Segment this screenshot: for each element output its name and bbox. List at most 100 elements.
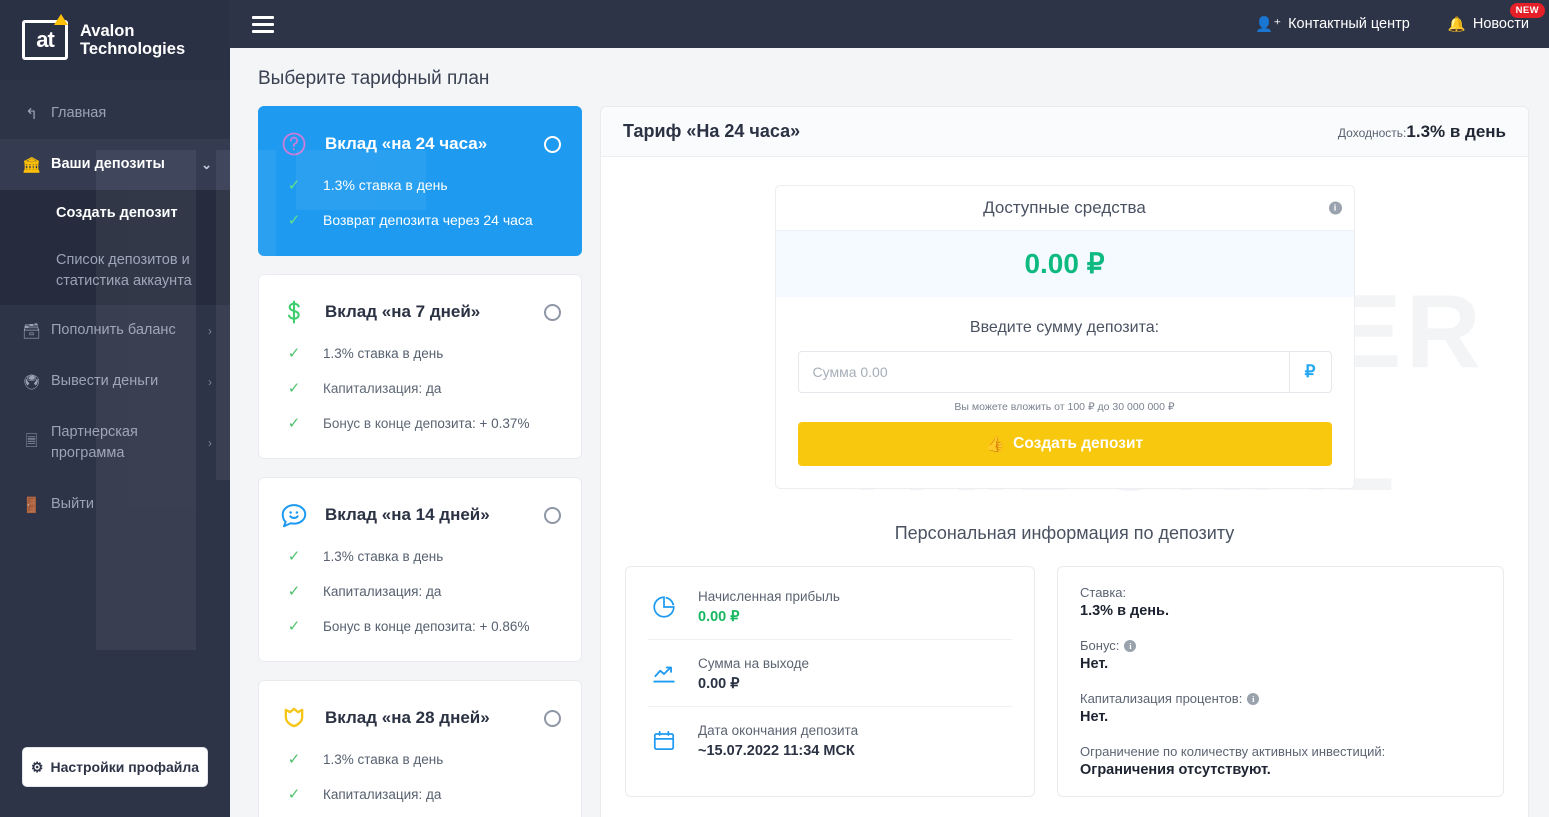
logo-mark-icon: at [22, 14, 68, 60]
columns: Вклад «на 24 часа» ✓ 1.3% ставка в день … [230, 106, 1549, 817]
stat-row: Дата окончания депозита ~15.07.2022 11:3… [648, 707, 1012, 773]
profile-settings-button[interactable]: ⚙ Настройки профайла [22, 747, 208, 787]
sidebar-item-topup[interactable]: 🗃 Пополнить баланс › [0, 305, 230, 356]
info-icon[interactable]: i [1328, 201, 1342, 215]
plan-radio[interactable] [544, 303, 561, 321]
check-icon: ✓ [287, 345, 301, 362]
tariff-panel-body: Доступные средства i 0.00 ₽ Введите сумм… [601, 157, 1528, 797]
brand-text: Avalon Technologies [80, 22, 185, 59]
question-circle-icon [279, 129, 309, 159]
deposit-stats-card: Начисленная прибыль 0.00 ₽ Сумма на выхо… [625, 566, 1035, 797]
gear-icon: ⚙ [30, 758, 44, 775]
check-icon: ✓ [287, 583, 301, 600]
chevron-right-icon: › [208, 374, 212, 389]
contact-center-label: Контактный центр [1288, 16, 1410, 32]
sidebar-item-label: Пополнить баланс [51, 322, 176, 339]
chevron-down-icon: ⌄ [201, 156, 212, 172]
plan-feature: ✓ Бонус в конце депозита: + 0.37% [279, 414, 561, 432]
news-link[interactable]: 🔔 Новости NEW [1447, 2, 1545, 33]
plan-name: Вклад «на 14 дней» [325, 505, 490, 524]
plan-feature: ✓ 1.3% ставка в день [279, 176, 561, 194]
stat-label: Дата окончания депозита [698, 723, 859, 738]
pie-chart-icon [648, 594, 680, 620]
bank-icon: 🏛 [22, 156, 42, 174]
bell-icon: 🔔 [1447, 16, 1466, 33]
create-deposit-button[interactable]: 👍 Создать депозит [797, 422, 1332, 466]
check-icon: ✓ [287, 618, 301, 635]
currency-ruble-icon[interactable]: ₽ [1288, 352, 1331, 392]
sidebar-item-partner-program[interactable]: 🗏 Партнерская программа › [0, 407, 230, 479]
info-icon[interactable]: i [1124, 639, 1137, 652]
sidebar-item-withdraw[interactable]: 🖲 Вывести деньги › [0, 356, 230, 407]
stat-text: Начисленная прибыль 0.00 ₽ [698, 589, 840, 625]
deposit-amount-input[interactable] [798, 352, 1289, 392]
plan-name: Вклад «на 28 дней» [325, 708, 490, 727]
news-new-badge: NEW [1509, 2, 1545, 18]
tariff-yield-value: 1.3% в день [1406, 121, 1506, 141]
plan-card-7d[interactable]: Вклад «на 7 дней» ✓ 1.3% ставка в день ✓… [258, 274, 582, 459]
stat-row: Начисленная прибыль 0.00 ₽ [648, 573, 1012, 640]
detail-value: Ограничения отсутствуют. [1080, 762, 1271, 778]
plan-feature-text: 1.3% ставка в день [323, 345, 444, 361]
plan-feature-text: Бонус в конце депозита: + 0.86% [323, 618, 530, 634]
plan-card-28d[interactable]: Вклад «на 28 дней» ✓ 1.3% ставка в день … [258, 680, 582, 817]
plan-feature: ✓ 1.3% ставка в день [279, 344, 561, 362]
stat-label: Сумма на выходе [698, 656, 809, 671]
topbar-actions: 👤⁺ Контактный центр 🔔 Новости NEW [1255, 2, 1545, 33]
brand-line-1: Avalon [80, 21, 135, 40]
sidebar-item-logout[interactable]: 🚪 Выйти [0, 479, 230, 530]
check-icon: ✓ [287, 751, 301, 768]
sidebar-subitem-create-deposit[interactable]: Создать депозит [0, 190, 230, 237]
profile-settings-label: Настройки профайла [50, 759, 200, 775]
hamburger-icon[interactable] [252, 15, 274, 33]
available-funds-card: Доступные средства i 0.00 ₽ Введите сумм… [774, 185, 1355, 489]
detail-key-text: Ставка: [1080, 585, 1127, 600]
plan-feature-text: Капитализация: да [323, 380, 442, 396]
info-icon[interactable]: i [1247, 692, 1260, 705]
plan-card-24h[interactable]: Вклад «на 24 часа» ✓ 1.3% ставка в день … [258, 106, 582, 256]
deposit-limit-note: Вы можете вложить от 100 ₽ до 30 000 000… [954, 401, 1175, 413]
personal-info-columns: Начисленная прибыль 0.00 ₽ Сумма на выхо… [601, 566, 1528, 797]
plan-feature: ✓ 1.3% ставка в день [279, 750, 561, 768]
stat-label: Начисленная прибыль [698, 589, 840, 604]
check-icon: ✓ [287, 177, 301, 194]
plan-feature: ✓ Бонус в конце депозита: + 0.86% [279, 617, 561, 635]
plan-header: Вклад «на 7 дней» [279, 297, 561, 327]
detail-key: Капитализация процентов: i [1080, 691, 1481, 706]
sidebar-item-deposits[interactable]: 🏛 Ваши депозиты ⌄ [0, 139, 230, 191]
logo-letters: at [36, 27, 55, 52]
detail-key: Ограничение по количеству активных инвес… [1080, 744, 1481, 759]
plan-feature: ✓ Капитализация: да [279, 379, 561, 397]
brand-logo[interactable]: at Avalon Technologies [0, 0, 230, 80]
trend-up-icon [648, 661, 680, 687]
check-icon: ✓ [287, 548, 301, 565]
plan-radio[interactable] [544, 506, 561, 524]
detail-key: Бонус: i [1080, 638, 1481, 653]
sidebar: at Avalon Technologies ↰ Главная 🏛 Ваши … [0, 0, 230, 817]
withdraw-icon: 🖲 [22, 373, 42, 391]
sidebar-subitem-deposit-list[interactable]: Список депозитов и статистика аккаунта [0, 237, 230, 305]
plan-feature-text: Капитализация: да [323, 786, 442, 802]
stat-row: Сумма на выходе 0.00 ₽ [648, 640, 1012, 707]
chevron-right-icon: › [208, 323, 212, 338]
available-funds-label: Доступные средства [983, 198, 1146, 217]
plan-feature: ✓ Капитализация: да [279, 785, 561, 803]
topbar: 👤⁺ Контактный центр 🔔 Новости NEW [230, 0, 1549, 48]
contact-center-link[interactable]: 👤⁺ Контактный центр [1255, 16, 1409, 33]
plan-feature-text: 1.3% ставка в день [323, 177, 448, 193]
check-icon: ✓ [287, 415, 301, 432]
stat-value: 0.00 ₽ [698, 609, 740, 625]
plan-feature-text: Возврат депозита через 24 часа [323, 212, 533, 228]
plan-card-14d[interactable]: Вклад «на 14 дней» ✓ 1.3% ставка в день … [258, 477, 582, 662]
detail-key-text: Капитализация процентов: [1080, 691, 1243, 706]
document-icon: 🗏 [25, 432, 38, 450]
sidebar-item-label: Выйти [51, 496, 94, 513]
check-icon: ✓ [287, 380, 301, 397]
plan-radio[interactable] [544, 135, 561, 153]
tariff-panel-header: Тариф «На 24 часа» Доходность:1.3% в ден… [601, 107, 1528, 157]
plan-radio[interactable] [544, 709, 561, 727]
plan-list: Вклад «на 24 часа» ✓ 1.3% ставка в день … [258, 106, 582, 817]
sidebar-item-label: Вывести деньги [51, 373, 159, 390]
sidebar-item-home[interactable]: ↰ Главная [0, 88, 230, 139]
stat-value: ~15.07.2022 11:34 МСК [698, 743, 855, 759]
